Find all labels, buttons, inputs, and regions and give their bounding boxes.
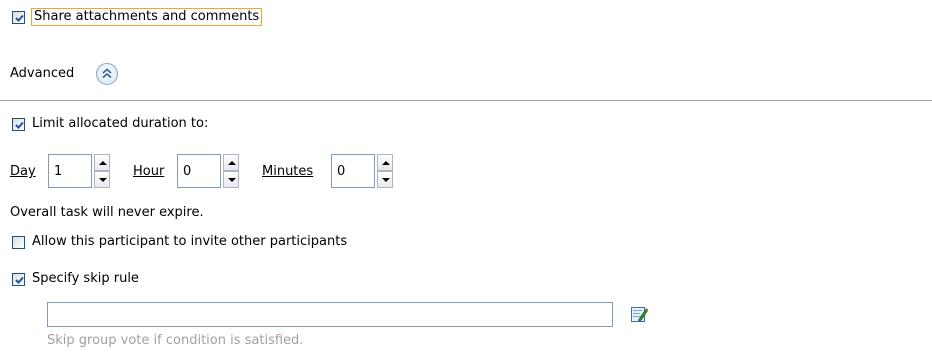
arrow-down-icon (99, 178, 107, 182)
skip-condition-hint: Skip group vote if condition is satisfie… (47, 333, 304, 348)
day-spinner[interactable]: 1 (48, 154, 110, 188)
limit-duration-label: Limit allocated duration to: (32, 116, 209, 131)
share-attachments-text: Share attachments and comments (34, 9, 260, 24)
arrow-down-icon (382, 178, 390, 182)
share-attachments-checkbox[interactable] (12, 11, 25, 24)
minutes-label: Minutes (262, 164, 314, 179)
checkmark-icon (15, 276, 24, 284)
day-decrement-button[interactable] (94, 171, 110, 188)
day-input[interactable]: 1 (48, 154, 92, 188)
advanced-toggle-button[interactable] (96, 63, 118, 85)
advanced-label: Advanced (10, 66, 75, 81)
double-chevron-up-icon (102, 68, 112, 79)
hour-label: Hour (133, 164, 165, 179)
skip-rule-checkbox[interactable] (12, 273, 25, 286)
arrow-up-icon (382, 161, 390, 165)
minutes-spinner[interactable]: 0 (331, 154, 393, 188)
hour-increment-button[interactable] (223, 154, 239, 171)
allow-invite-label: Allow this participant to invite other p… (32, 234, 348, 249)
skip-condition-input[interactable] (47, 302, 613, 327)
edit-expression-icon-svg (631, 307, 648, 322)
minutes-decrement-button[interactable] (377, 171, 393, 188)
arrow-up-icon (99, 161, 107, 165)
minutes-input[interactable]: 0 (331, 154, 375, 188)
hour-decrement-button[interactable] (223, 171, 239, 188)
arrow-down-icon (228, 178, 236, 182)
minutes-increment-button[interactable] (377, 154, 393, 171)
advanced-separator (0, 100, 932, 101)
checkmark-icon (15, 14, 24, 22)
skip-rule-label: Specify skip rule (32, 271, 139, 286)
limit-duration-checkbox[interactable] (12, 118, 25, 131)
hour-spinner[interactable]: 0 (177, 154, 239, 188)
checkmark-icon (15, 121, 24, 129)
allow-invite-checkbox[interactable] (12, 236, 25, 249)
share-attachments-label[interactable]: Share attachments and comments (30, 8, 263, 26)
day-increment-button[interactable] (94, 154, 110, 171)
hour-input[interactable]: 0 (177, 154, 221, 188)
arrow-up-icon (228, 161, 236, 165)
expire-note: Overall task will never expire. (10, 205, 204, 220)
day-label: Day (10, 164, 36, 179)
edit-expression-icon[interactable] (630, 305, 648, 323)
